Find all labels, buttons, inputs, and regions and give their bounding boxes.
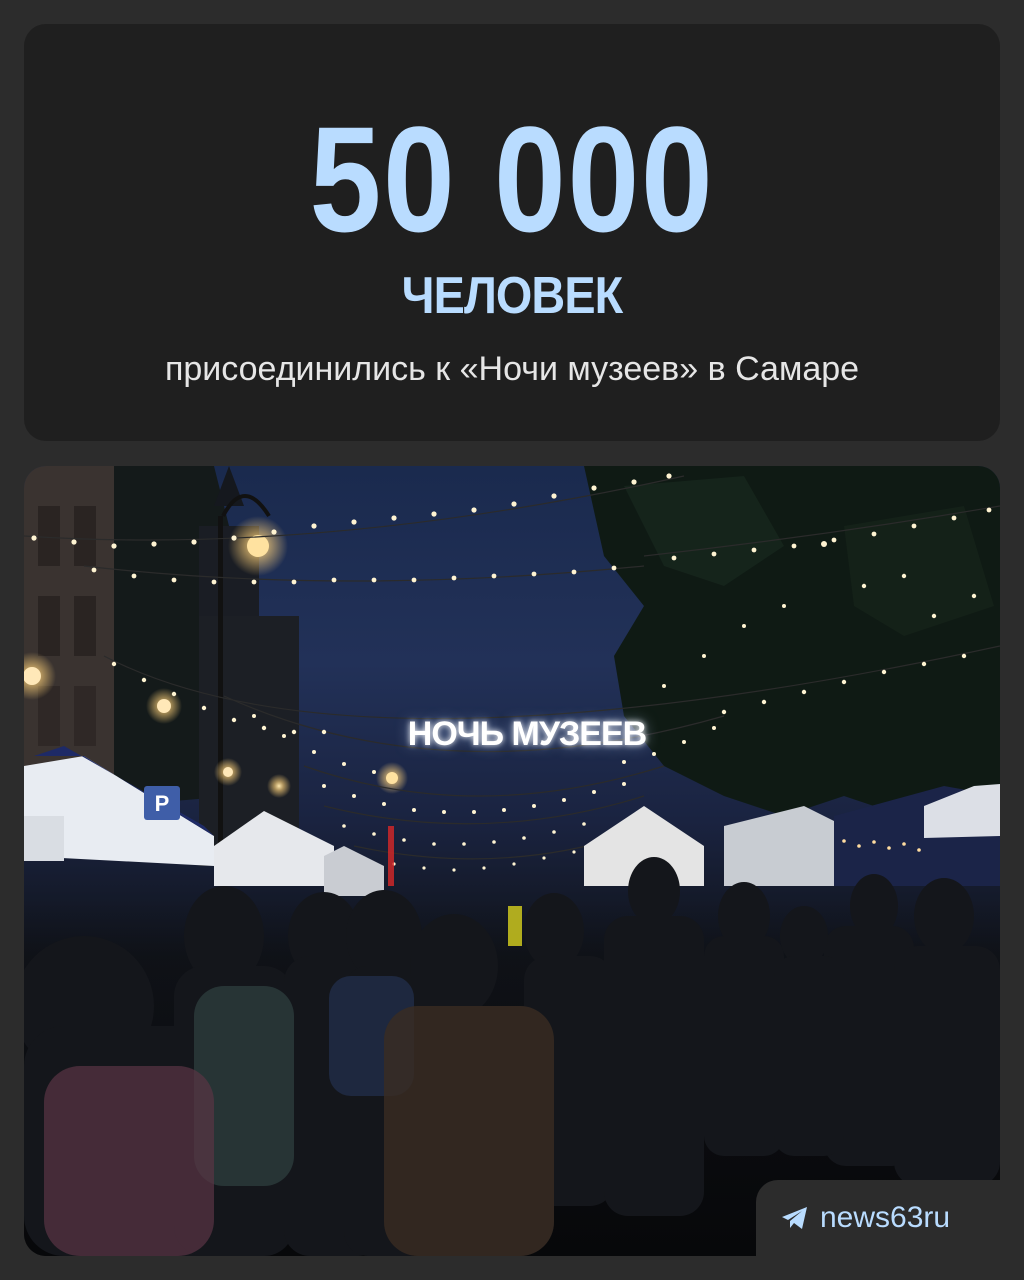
event-photo: P НОЧЬ МУЗЕЕВ: [24, 466, 1000, 1256]
headline-card: 50 000 ЧЕЛОВЕК присоединились к «Ночи му…: [24, 24, 1000, 441]
source-credit[interactable]: news63ru: [780, 1198, 950, 1238]
night-street-scene: P: [24, 466, 1000, 1256]
svg-text:P: P: [155, 791, 170, 816]
telegram-icon: [782, 1207, 807, 1229]
visitor-count: 50 000: [309, 95, 715, 263]
channel-handle: news63ru: [820, 1201, 951, 1234]
count-unit: ЧЕЛОВЕК: [401, 267, 624, 325]
event-banner-sign: НОЧЬ МУЗЕЕВ: [407, 715, 647, 753]
headline-caption: присоединились к «Ночи музеев» в Самаре: [164, 350, 860, 388]
